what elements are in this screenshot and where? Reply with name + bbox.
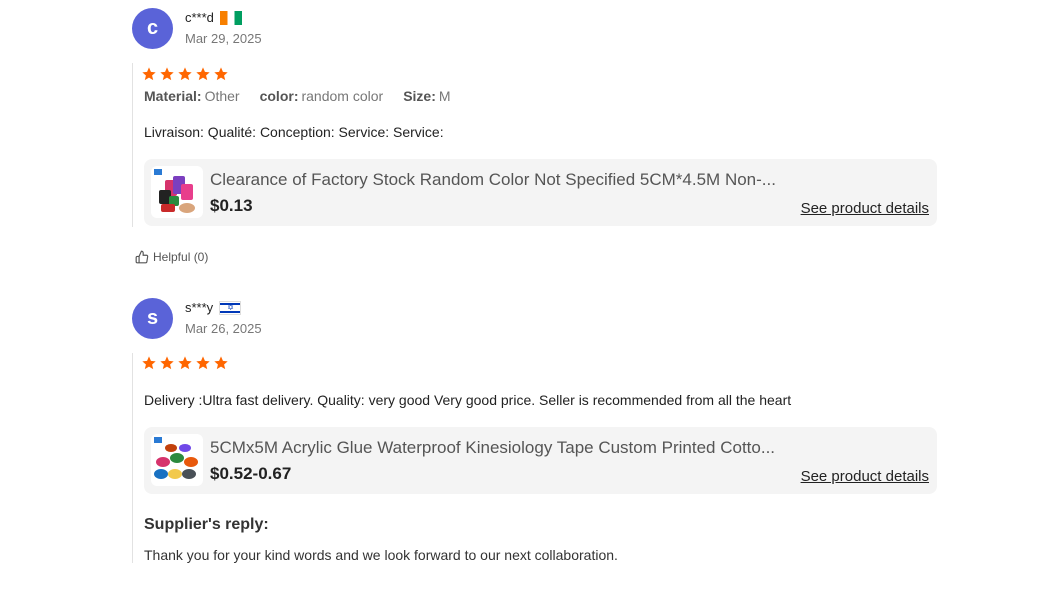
thumbs-up-icon	[135, 250, 149, 264]
star-rating	[141, 355, 229, 371]
product-title[interactable]: 5CMx5M Acrylic Glue Waterproof Kinesiolo…	[210, 438, 790, 458]
star-icon	[142, 67, 156, 81]
product-card[interactable]: 5CMx5M Acrylic Glue Waterproof Kinesiolo…	[144, 427, 937, 494]
username: c***d	[185, 10, 214, 25]
star-icon	[214, 356, 228, 370]
flag-il-icon: ✡	[219, 300, 242, 315]
product-attributes: Material: Other color: random color Size: M	[144, 88, 451, 104]
supplier-reply-heading: Supplier's reply:	[144, 516, 269, 533]
helpful-label: Helpful (0)	[153, 250, 209, 264]
star-icon	[196, 67, 210, 81]
reviewer-name: s***y ✡	[185, 300, 242, 315]
star-rating	[141, 66, 229, 82]
star-icon	[160, 356, 174, 370]
star-icon	[160, 67, 174, 81]
tape-rolls-image	[154, 437, 198, 479]
attribute-material: Material: Other	[144, 88, 240, 104]
star-icon	[178, 67, 192, 81]
review-body-border	[132, 63, 133, 227]
star-icon	[196, 356, 210, 370]
avatar: c	[132, 8, 173, 49]
supplier-reply-text: Thank you for your kind words and we loo…	[144, 547, 618, 563]
star-icon	[214, 67, 228, 81]
see-product-details-link[interactable]: See product details	[801, 468, 929, 485]
avatar-letter: c	[146, 17, 159, 39]
product-thumbnail[interactable]	[151, 434, 203, 486]
review-date: Mar 29, 2025	[185, 31, 262, 46]
product-card[interactable]: Clearance of Factory Stock Random Color …	[144, 159, 937, 226]
star-icon	[142, 356, 156, 370]
username: s***y	[185, 300, 214, 315]
attribute-color: color: random color	[259, 88, 384, 104]
star-icon	[178, 356, 192, 370]
product-price: $0.13	[210, 196, 253, 215]
tape-rolls-image	[154, 169, 195, 213]
review-date: Mar 26, 2025	[185, 321, 262, 336]
avatar: s	[132, 298, 173, 339]
product-title[interactable]: Clearance of Factory Stock Random Color …	[210, 170, 790, 190]
see-product-details-link[interactable]: See product details	[801, 200, 929, 217]
product-thumbnail[interactable]	[151, 166, 203, 218]
flag-ci-icon	[219, 10, 242, 25]
reviewer-name: c***d	[185, 10, 242, 25]
review-text: Delivery :Ultra fast delivery. Quality: …	[144, 392, 792, 408]
review-body-border	[132, 353, 133, 563]
attribute-size: Size: M	[403, 88, 451, 104]
helpful-button[interactable]: Helpful (0)	[135, 250, 208, 264]
product-price: $0.52-0.67	[210, 464, 292, 483]
review-text: Livraison: Qualité: Conception: Service:…	[144, 124, 444, 140]
avatar-letter: s	[146, 307, 159, 329]
